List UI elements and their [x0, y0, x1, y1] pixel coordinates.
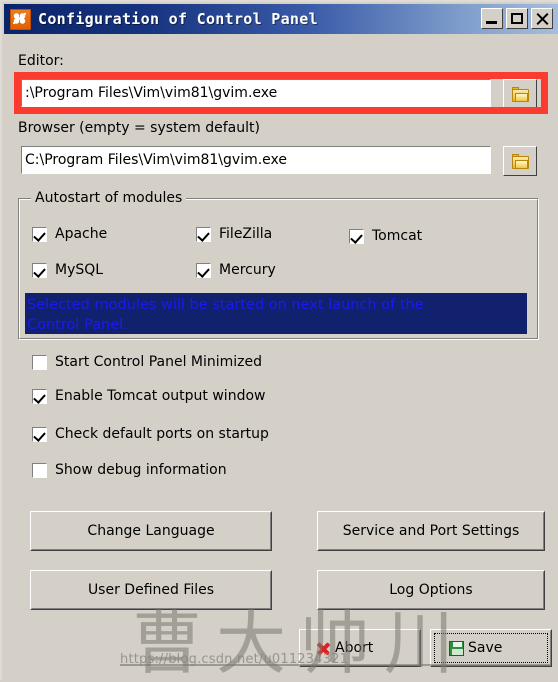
red-x-icon [316, 641, 331, 656]
checkbox-check-ports-label: Check default ports on startup [55, 426, 269, 442]
browser-label: Browser (empty = system default) [18, 120, 260, 136]
autostart-info-message: Selected modules will be started on next… [25, 293, 527, 334]
log-options-button[interactable]: Log Options [317, 570, 545, 610]
checkbox-tomcat-box [349, 228, 364, 244]
abort-label: Abort [335, 640, 374, 656]
checkbox-filezilla-box [196, 226, 211, 242]
editor-label: Editor: [18, 53, 64, 69]
autostart-group-title: Autostart of modules [31, 190, 187, 206]
checkbox-apache-box [32, 226, 47, 242]
configuration-window: Configuration of Control Panel Editor: :… [0, 0, 558, 680]
browser-input-value: C:\Program Files\Vim\vim81\gvim.exe [25, 152, 288, 168]
checkbox-mercury-box [196, 262, 211, 278]
service-port-settings-button[interactable]: Service and Port Settings [317, 511, 545, 551]
checkbox-start-minimized[interactable]: Start Control Panel Minimized [32, 354, 262, 370]
save-button[interactable]: Save [430, 629, 552, 667]
browser-input[interactable]: C:\Program Files\Vim\vim81\gvim.exe [21, 146, 491, 174]
window-controls [481, 8, 553, 29]
checkbox-mercury-label: Mercury [219, 262, 276, 278]
editor-input-value: :\Program Files\Vim\vim81\gvim.exe [25, 85, 278, 101]
checkbox-show-debug-box [32, 462, 47, 478]
checkbox-check-ports-box [32, 426, 47, 442]
log-options-label: Log Options [389, 582, 473, 598]
change-language-label: Change Language [87, 523, 215, 539]
checkbox-start-minimized-label: Start Control Panel Minimized [55, 354, 263, 370]
user-defined-files-label: User Defined Files [87, 582, 215, 598]
window-title: Configuration of Control Panel [38, 10, 318, 28]
user-defined-files-button[interactable]: User Defined Files [30, 570, 272, 610]
checkbox-apache[interactable]: Apache [32, 226, 107, 242]
checkbox-show-debug[interactable]: Show debug information [32, 462, 227, 478]
close-button[interactable] [531, 8, 553, 29]
checkbox-tomcat-label: Tomcat [372, 228, 423, 244]
editor-input[interactable]: :\Program Files\Vim\vim81\gvim.exe [21, 79, 491, 107]
browser-browse-button[interactable] [503, 146, 537, 176]
autostart-info-line1: Selected modules will be started on next… [27, 297, 424, 313]
checkbox-mysql[interactable]: MySQL [32, 262, 103, 278]
checkbox-filezilla[interactable]: FileZilla [196, 226, 272, 242]
checkbox-tomcat-output-label: Enable Tomcat output window [55, 388, 266, 404]
checkbox-apache-label: Apache [55, 226, 108, 242]
checkbox-start-minimized-box [32, 354, 47, 370]
xampp-icon [10, 8, 31, 30]
checkbox-mysql-box [32, 262, 47, 278]
folder-icon [512, 87, 529, 102]
title-bar: Configuration of Control Panel [4, 4, 558, 34]
close-icon [532, 9, 552, 28]
editor-browse-button[interactable] [503, 79, 537, 109]
checkbox-filezilla-label: FileZilla [219, 226, 273, 242]
minimize-icon [482, 9, 502, 28]
service-port-settings-label: Service and Port Settings [342, 523, 520, 539]
change-language-button[interactable]: Change Language [30, 511, 272, 551]
folder-icon [512, 154, 529, 169]
save-label: Save [468, 640, 503, 656]
checkbox-mysql-label: MySQL [55, 262, 104, 278]
autostart-info-line2: Control Panel. [27, 317, 128, 333]
abort-button[interactable]: Abort [299, 629, 421, 667]
maximize-button[interactable] [506, 8, 528, 29]
maximize-icon [507, 9, 527, 28]
checkbox-show-debug-label: Show debug information [55, 462, 227, 478]
checkbox-tomcat-output[interactable]: Enable Tomcat output window [32, 388, 265, 404]
minimize-button[interactable] [481, 8, 503, 29]
checkbox-tomcat-output-box [32, 388, 47, 404]
checkbox-tomcat[interactable]: Tomcat [349, 228, 422, 244]
checkbox-mercury[interactable]: Mercury [196, 262, 276, 278]
checkbox-check-ports[interactable]: Check default ports on startup [32, 426, 269, 442]
green-save-icon [449, 640, 464, 656]
